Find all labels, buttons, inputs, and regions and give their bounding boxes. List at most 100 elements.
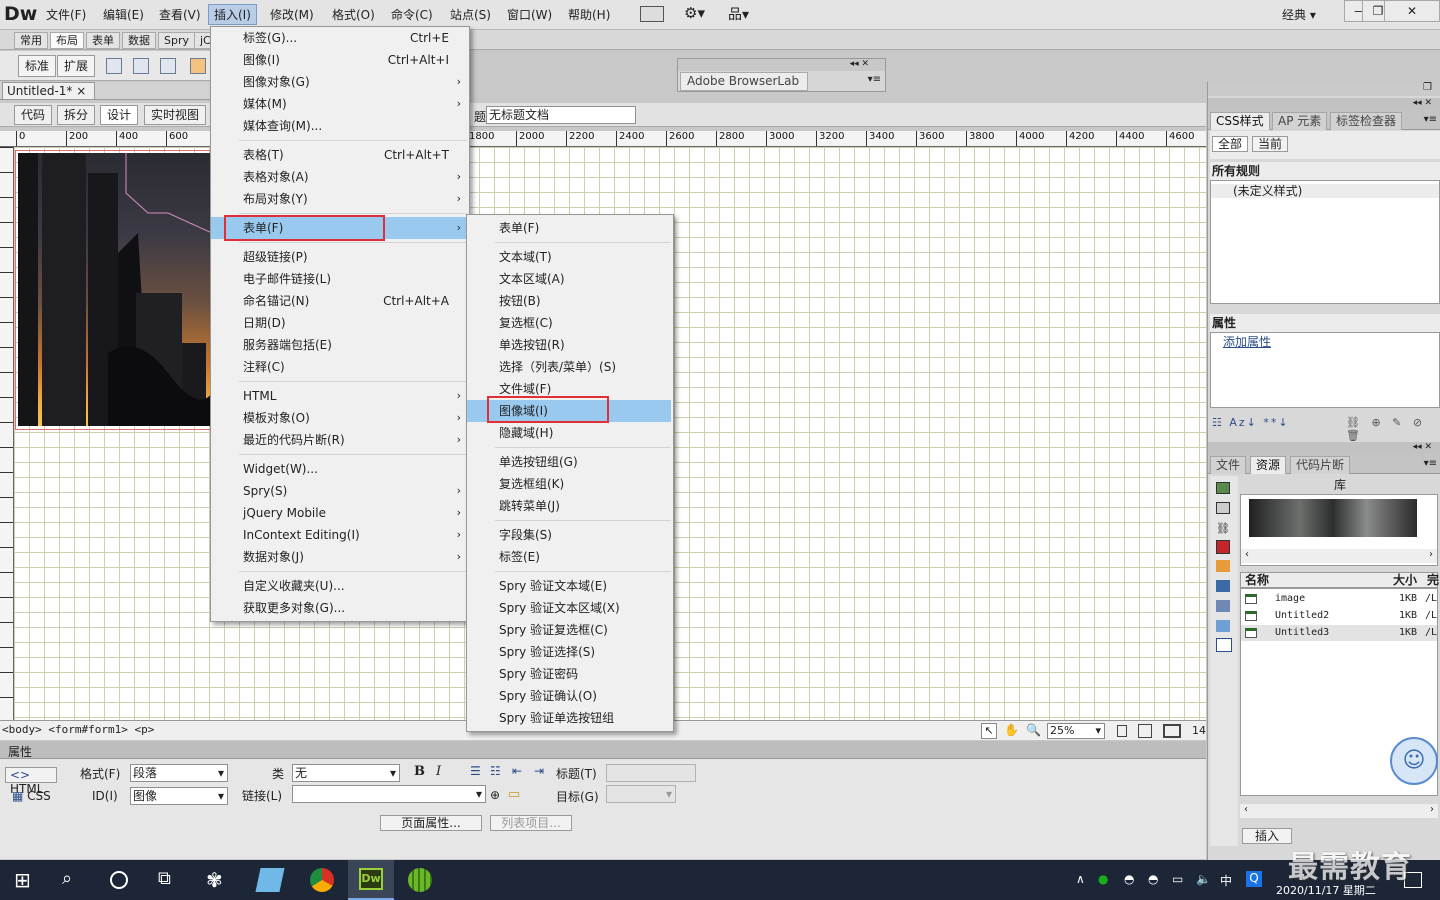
- menu-0[interactable]: 文件(F): [46, 6, 86, 23]
- insert-tab-3[interactable]: 数据: [122, 32, 156, 49]
- form-submenu-item[interactable]: 复选框(C): [467, 312, 671, 334]
- qq2-icon[interactable]: ◓: [1148, 872, 1158, 886]
- scripts-category-icon[interactable]: [1216, 600, 1230, 612]
- insert-menu-item[interactable]: 命名锚记(N) Ctrl+Alt+A: [211, 290, 469, 312]
- assistant-icon[interactable]: ☺: [1390, 737, 1438, 785]
- standard-mode-button[interactable]: 标准: [18, 55, 57, 77]
- image-placeholder[interactable]: [18, 153, 212, 426]
- tab-files[interactable]: 文件: [1210, 456, 1247, 474]
- close-icon[interactable]: ×: [76, 84, 86, 98]
- col-name[interactable]: 名称: [1245, 573, 1269, 587]
- indent-icon[interactable]: ⇥: [534, 764, 544, 778]
- tag-selector[interactable]: <body> <form#form1> <p>: [2, 723, 154, 736]
- insert-menu-item[interactable]: 表格对象(A) ›: [211, 166, 469, 188]
- rule-item[interactable]: (未定义样式): [1211, 184, 1439, 198]
- panel-menu-icon[interactable]: ▾≡: [1424, 114, 1437, 125]
- class-select[interactable]: 无 ▾: [292, 764, 400, 782]
- zoom-select[interactable]: 25% ▾: [1047, 723, 1105, 739]
- div-icon[interactable]: [133, 58, 149, 74]
- frame-icon[interactable]: [190, 58, 206, 74]
- desktop-size-icon[interactable]: [1163, 724, 1181, 738]
- layout-icon[interactable]: [640, 6, 664, 22]
- table-icon[interactable]: [106, 58, 122, 74]
- insert-tab-1[interactable]: 布局: [50, 32, 84, 49]
- folder-icon[interactable]: ▭: [508, 787, 520, 802]
- site-icon[interactable]: 品▾: [728, 4, 749, 24]
- mobile-size-icon[interactable]: [1117, 725, 1127, 737]
- italic-button[interactable]: I: [436, 764, 441, 779]
- shockwave-category-icon[interactable]: [1216, 560, 1230, 572]
- cortana-icon[interactable]: [110, 871, 128, 889]
- urls-category-icon[interactable]: ⛓: [1216, 522, 1230, 535]
- insert-tab-2[interactable]: 表单: [86, 32, 120, 49]
- library-category-icon[interactable]: [1216, 638, 1232, 652]
- insert-tab-0[interactable]: 常用: [14, 32, 48, 49]
- link-input[interactable]: ▾: [292, 785, 486, 803]
- menu-1[interactable]: 编辑(E): [103, 6, 144, 23]
- menu-2[interactable]: 查看(V): [159, 6, 201, 23]
- page-properties-button[interactable]: 页面属性...: [380, 815, 482, 831]
- insert-menu-item[interactable]: Spry(S) ›: [211, 480, 469, 502]
- colors-category-icon[interactable]: [1216, 502, 1230, 514]
- insert-menu-item[interactable]: 获取更多对象(G)...: [211, 597, 469, 619]
- form-submenu-item[interactable]: 标签(E): [467, 546, 671, 568]
- insert-menu-item[interactable]: 布局对象(Y) ›: [211, 188, 469, 210]
- insert-menu-item[interactable]: 媒体查询(M)...: [211, 115, 469, 137]
- melon-app-icon[interactable]: [408, 868, 432, 892]
- form-submenu-item[interactable]: 复选框组(K): [467, 473, 671, 495]
- collapse-icon[interactable]: ◂◂ ✕: [678, 59, 885, 71]
- css-panel-actions[interactable]: ⛓ ⊕ ✎ ⊘ 🗑: [1346, 416, 1440, 442]
- add-property-link[interactable]: 添加属性: [1223, 333, 1271, 350]
- id-select[interactable]: 图像 ▾: [130, 787, 228, 805]
- col-path[interactable]: 完: [1427, 573, 1439, 587]
- design-view-button[interactable]: 设计: [100, 105, 139, 125]
- css-all-button[interactable]: 全部: [1212, 136, 1248, 152]
- form-submenu-item[interactable]: 按钮(B): [467, 290, 671, 312]
- search-icon[interactable]: ⌕: [62, 868, 86, 892]
- form-submenu-item[interactable]: 选择（列表/菜单）(S): [467, 356, 671, 378]
- tab-tag-inspector[interactable]: 标签检查器: [1330, 112, 1403, 130]
- zoom-tool-icon[interactable]: 🔍: [1026, 723, 1041, 737]
- insert-menu-item[interactable]: 超级链接(P): [211, 246, 469, 268]
- css-current-button[interactable]: 当前: [1252, 136, 1288, 152]
- form-submenu-item[interactable]: Spry 验证选择(S): [467, 641, 671, 663]
- list-item-button[interactable]: 列表项目...: [490, 815, 572, 831]
- insert-menu-item[interactable]: InContext Editing(I) ›: [211, 524, 469, 546]
- volume-icon[interactable]: 🔈: [1196, 872, 1211, 886]
- col-size[interactable]: 大小: [1393, 573, 1417, 587]
- tab-assets[interactable]: 资源: [1250, 456, 1287, 474]
- ap-div-icon[interactable]: [160, 58, 176, 74]
- form-submenu-item[interactable]: Spry 验证密码: [467, 663, 671, 685]
- insert-menu-item[interactable]: 日期(D): [211, 312, 469, 334]
- insert-menu-item[interactable]: Widget(W)...: [211, 458, 469, 480]
- insert-menu-item[interactable]: 服务器端包括(E): [211, 334, 469, 356]
- outdent-icon[interactable]: ⇤: [512, 764, 522, 778]
- css-panel-collapse-icon[interactable]: ◂◂ ✕: [1208, 98, 1440, 110]
- title-input[interactable]: 无标题文档: [486, 106, 636, 124]
- tab-css-styles[interactable]: CSS样式: [1210, 112, 1270, 130]
- form-submenu-item[interactable]: 字段集(S): [467, 524, 671, 546]
- asset-scrollbar[interactable]: ‹ ›: [1240, 804, 1438, 818]
- form-submenu-item[interactable]: Spry 验证确认(O): [467, 685, 671, 707]
- menu-9[interactable]: 帮助(H): [568, 6, 610, 23]
- css-panel-toolbar[interactable]: ☷ Az↓ **↓: [1212, 416, 1290, 429]
- insert-menu-item[interactable]: 模板对象(O) ›: [211, 407, 469, 429]
- form-submenu-item[interactable]: 文本域(T): [467, 246, 671, 268]
- form-submenu-item[interactable]: 文本区域(A): [467, 268, 671, 290]
- menu-7[interactable]: 站点(S): [450, 6, 491, 23]
- flash-category-icon[interactable]: [1216, 540, 1230, 554]
- tab-snippets[interactable]: 代码片断: [1290, 456, 1351, 474]
- windows-start-icon[interactable]: ⊞: [14, 868, 38, 892]
- insert-menu-item[interactable]: 自定义收藏夹(U)...: [211, 575, 469, 597]
- css-mode-button[interactable]: ▦ CSS: [12, 789, 51, 803]
- asset-row[interactable]: Untitled3 1KB/L: [1241, 625, 1437, 641]
- form-submenu-item[interactable]: Spry 验证文本区域(X): [467, 597, 671, 619]
- assets-collapse-icon[interactable]: ◂◂ ✕: [1208, 442, 1440, 454]
- form-submenu-item[interactable]: 单选按钮组(G): [467, 451, 671, 473]
- form-submenu-item[interactable]: 单选按钮(R): [467, 334, 671, 356]
- pinwheel-app-icon[interactable]: ✾: [206, 868, 230, 892]
- document-tab[interactable]: Untitled-1* ×: [2, 82, 96, 100]
- form-submenu-item[interactable]: Spry 验证单选按钮组: [467, 707, 671, 729]
- movies-category-icon[interactable]: [1216, 580, 1230, 592]
- qq-input-icon[interactable]: Q: [1246, 871, 1262, 887]
